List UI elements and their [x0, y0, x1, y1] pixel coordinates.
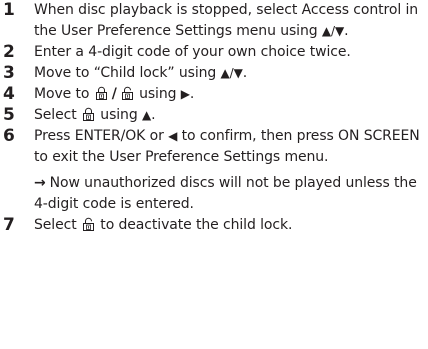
left-arrow-glyph: ◀ [168, 129, 178, 143]
step-text: Move to “Child lock” using [34, 65, 221, 81]
padlock-closed-icon [82, 107, 95, 121]
step-5: 5 Select using ▲. [0, 105, 428, 126]
padlock-closed-icon [95, 86, 108, 100]
step-text: Select [34, 107, 81, 123]
step-number: 4 [3, 84, 15, 104]
step-text: Enter a 4-digit code of your own choice … [34, 44, 351, 60]
up-down-arrows-glyph: ▲/▼ [321, 24, 345, 38]
step-number: 3 [3, 63, 15, 83]
slash-separator: / [111, 86, 117, 102]
step-7: 7 Select to deactivate the child lock. [0, 215, 428, 236]
instruction-steps: 1 When disc playback is stopped, select … [0, 0, 428, 236]
step-number: 6 [3, 126, 15, 146]
step-number: 2 [3, 42, 15, 62]
step-text: Select [34, 217, 81, 233]
step-1: 1 When disc playback is stopped, select … [0, 0, 428, 42]
padlock-open-icon [82, 217, 95, 231]
step-text-end: . [189, 86, 195, 102]
step-text-mid: using [134, 86, 181, 102]
padlock-open-icon [121, 86, 134, 100]
result-arrow-icon: → [34, 175, 46, 191]
step-number: 1 [3, 0, 15, 20]
step-text-mid: using [95, 107, 142, 123]
right-arrow-glyph: ▶ [180, 87, 190, 101]
step-text: Move to [34, 86, 94, 102]
step-text-end: . [242, 65, 248, 81]
step-text-end: . [151, 107, 156, 123]
result-text: Now unauthorized discs will not be playe… [34, 175, 417, 212]
step-text: When disc playback is stopped, select Ac… [34, 2, 419, 39]
up-down-arrows-glyph: ▲/▼ [220, 66, 243, 80]
up-arrow-glyph: ▲ [141, 108, 152, 122]
step-text-end: to deactivate the child lock. [95, 217, 293, 233]
step-number: 7 [3, 215, 15, 235]
step-2: 2 Enter a 4-digit code of your own choic… [0, 42, 428, 63]
step-number: 5 [3, 105, 15, 125]
step-text: Press ENTER/OK or [34, 128, 169, 144]
step-3: 3 Move to “Child lock” using ▲/▼. [0, 63, 428, 84]
step-result: → Now unauthorized discs will not be play… [34, 173, 428, 215]
step-6: 6 Press ENTER/OK or ◀ to confirm, then p… [0, 126, 428, 215]
step-text-end: . [344, 23, 349, 39]
step-4: 4 Move to / using ▶. [0, 84, 428, 105]
